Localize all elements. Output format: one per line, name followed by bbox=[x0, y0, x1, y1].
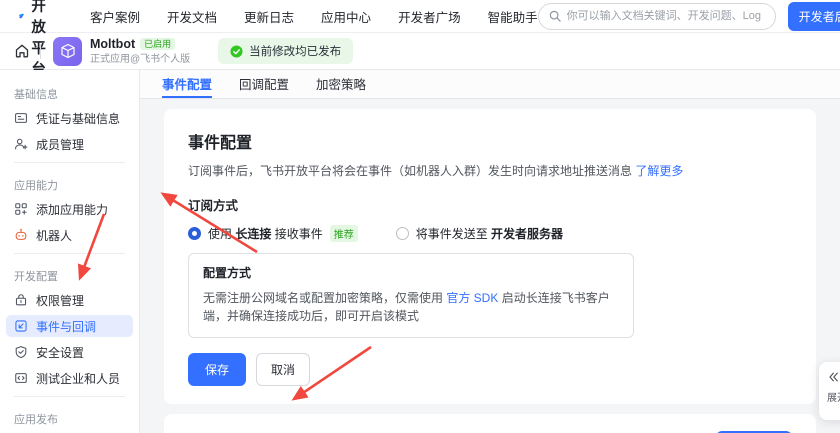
radio-developer-server[interactable]: 将事件发送至 开发者服务器 bbox=[395, 225, 563, 242]
sidebar-item-label: 机器人 bbox=[36, 228, 73, 243]
sidebar-item-members[interactable]: 成员管理 bbox=[6, 133, 133, 155]
home-icon[interactable] bbox=[14, 43, 30, 59]
nav-dev-docs[interactable]: 开发文档 bbox=[167, 7, 217, 26]
app-status-badge: 已启用 bbox=[140, 37, 176, 51]
nav-developer-plaza[interactable]: 开发者广场 bbox=[398, 7, 461, 26]
credential-icon bbox=[15, 113, 27, 123]
config-mode-title: 配置方式 bbox=[203, 266, 252, 280]
sidebar-item-permissions[interactable]: 权限管理 bbox=[6, 289, 133, 311]
nav-ai-assistant[interactable]: 智能助手 bbox=[488, 7, 538, 26]
feishu-logo-icon bbox=[18, 13, 25, 19]
sidebar-item-bot[interactable]: 机器人 bbox=[6, 224, 133, 246]
sidebar-divider bbox=[14, 396, 125, 397]
top-nav-right-cluster: 开发者后台 bbox=[537, 1, 840, 31]
event-config-description: 订阅事件后，飞书开放平台将会在事件（如机器人入群）发生时向请求地址推送消息 了解… bbox=[188, 164, 684, 178]
nav-customer-cases[interactable]: 客户案例 bbox=[90, 7, 140, 26]
sidebar: 基础信息 凭证与基础信息 成员管理 应用能力 添加应用能力 机器人 开发配置 权… bbox=[0, 70, 140, 433]
nav-app-center[interactable]: 应用中心 bbox=[321, 7, 371, 26]
radio-long-connection[interactable]: 使用 长连接 接收事件 推荐 bbox=[188, 225, 358, 242]
sidebar-item-label: 凭证与基础信息 bbox=[36, 111, 121, 126]
cube-icon bbox=[60, 43, 75, 59]
radio-unselected-icon[interactable] bbox=[395, 227, 409, 240]
app-name: Moltbot bbox=[90, 36, 136, 51]
expand-panel-widget[interactable]: 展开 bbox=[819, 362, 840, 420]
app-header-bar: Moltbot 已启用 正式应用@飞书个人版 当前修改均已发布 bbox=[0, 33, 840, 70]
sidebar-section-capabilities: 应用能力 bbox=[14, 180, 58, 192]
sidebar-item-add-capability[interactable]: 添加应用能力 bbox=[6, 198, 133, 220]
permission-lock-icon bbox=[15, 294, 27, 306]
global-search-box[interactable] bbox=[537, 2, 776, 30]
publish-status-text: 当前修改均已发布 bbox=[249, 46, 342, 58]
publish-status-pill: 当前修改均已发布 bbox=[218, 38, 354, 64]
sidebar-item-label: 添加应用能力 bbox=[36, 202, 109, 217]
nav-changelog[interactable]: 更新日志 bbox=[244, 7, 294, 26]
main-content: 事件配置 回调配置 加密策略 事件配置 订阅事件后，飞书开放平台将会在事件（如机… bbox=[140, 70, 840, 433]
cancel-button[interactable]: 取消 bbox=[256, 353, 311, 386]
member-icon bbox=[15, 138, 28, 150]
sidebar-item-label: 安全设置 bbox=[36, 345, 85, 360]
event-config-card: 事件配置 订阅事件后，飞书开放平台将会在事件（如机器人入群）发生时向请求地址推送… bbox=[164, 109, 816, 404]
header-divider bbox=[40, 43, 41, 59]
learn-more-link[interactable]: 了解更多 bbox=[635, 164, 683, 178]
bot-icon bbox=[15, 228, 27, 240]
sidebar-item-label: 事件与回调 bbox=[36, 319, 97, 334]
test-org-icon bbox=[15, 373, 27, 383]
sidebar-item-credentials[interactable]: 凭证与基础信息 bbox=[6, 107, 133, 129]
event-config-title: 事件配置 bbox=[188, 135, 253, 152]
shield-check-icon bbox=[15, 346, 27, 359]
check-circle-icon bbox=[230, 44, 243, 58]
recommended-badge: 推荐 bbox=[329, 225, 358, 242]
sidebar-section-dev-config: 开发配置 bbox=[14, 271, 58, 283]
app-meta: Moltbot 已启用 正式应用@飞书个人版 bbox=[90, 37, 190, 66]
config-mode-box: 配置方式 无需注册公网域名或配置加密策略，仅需使用 官方 SDK 启动长连接飞书… bbox=[188, 253, 634, 338]
search-icon bbox=[549, 10, 561, 22]
expand-widget-label: 展开 bbox=[827, 393, 840, 404]
sidebar-section-release: 应用发布 bbox=[14, 414, 58, 426]
tab-event-config[interactable]: 事件配置 bbox=[162, 70, 213, 98]
config-tabbar: 事件配置 回调配置 加密策略 bbox=[140, 70, 840, 99]
app-icon bbox=[53, 36, 82, 66]
double-chevron-left-icon bbox=[829, 372, 838, 382]
event-callback-icon bbox=[15, 320, 27, 332]
sidebar-item-security[interactable]: 安全设置 bbox=[6, 341, 133, 363]
sidebar-item-label: 成员管理 bbox=[36, 137, 85, 152]
search-input[interactable] bbox=[566, 10, 765, 22]
radio-selected-icon[interactable] bbox=[188, 227, 201, 240]
save-button[interactable]: 保存 bbox=[188, 353, 247, 386]
subscribe-mode-options: 使用 长连接 接收事件 推荐 将事件发送至 开发者服务器 bbox=[188, 225, 792, 242]
top-nav-links: 客户案例 开发文档 更新日志 应用中心 开发者广场 智能助手 bbox=[90, 7, 538, 26]
sidebar-item-label: 权限管理 bbox=[36, 293, 85, 308]
sidebar-divider bbox=[14, 162, 125, 163]
subscribe-mode-title: 订阅方式 bbox=[188, 199, 239, 213]
sidebar-item-events-callbacks[interactable]: 事件与回调 bbox=[6, 315, 133, 337]
tab-callback-config[interactable]: 回调配置 bbox=[239, 70, 289, 98]
sidebar-item-label: 测试企业和人员 bbox=[36, 371, 121, 386]
sidebar-item-test-org[interactable]: 测试企业和人员 bbox=[6, 367, 133, 389]
add-capability-icon bbox=[15, 203, 27, 215]
official-sdk-link[interactable]: 官方 SDK bbox=[446, 291, 498, 305]
tab-encryption-strategy[interactable]: 加密策略 bbox=[316, 70, 366, 98]
feishu-open-platform-console: 飞书开放平台 客户案例 开发文档 更新日志 应用中心 开发者广场 智能助手 开发… bbox=[0, 0, 840, 433]
sidebar-divider bbox=[14, 253, 125, 254]
top-navigation-bar: 飞书开放平台 客户案例 开发文档 更新日志 应用中心 开发者广场 智能助手 开发… bbox=[0, 0, 840, 78]
config-mode-body: 无需注册公网域名或配置加密策略，仅需使用 官方 SDK 启动长连接飞书客户端，并… bbox=[203, 291, 610, 323]
app-subtitle: 正式应用@飞书个人版 bbox=[90, 53, 191, 65]
added-events-card: 已添加事件 添加事件 事件名称 订阅类型 bbox=[164, 414, 816, 433]
sidebar-section-basic-info: 基础信息 bbox=[14, 89, 58, 101]
developer-console-button[interactable]: 开发者后台 bbox=[787, 1, 840, 31]
